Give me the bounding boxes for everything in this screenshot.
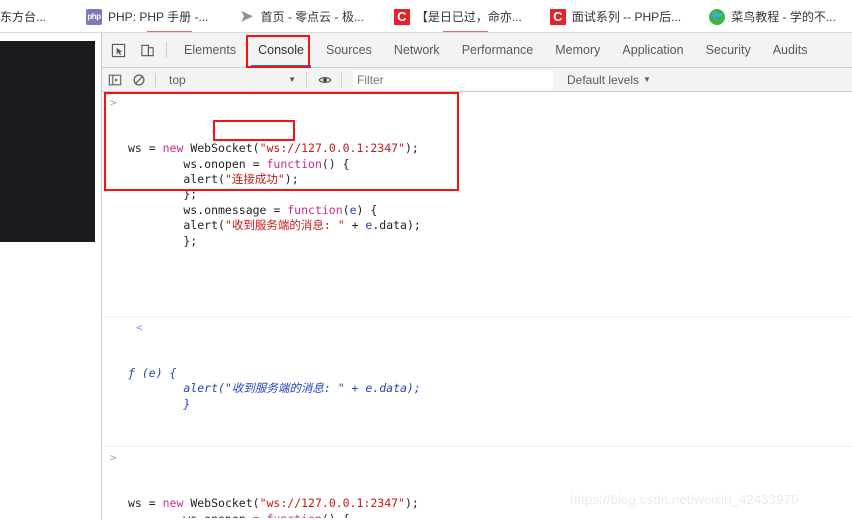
console-message-list[interactable]: > ws = new WebSocket("ws://127.0.0.1:234… [102,92,852,518]
output-gutter-icon: < [136,320,143,334]
browser-tab[interactable]: C 【是日已过，命亦... [388,0,528,33]
filterbar-divider [341,72,342,87]
tab-label: Security [705,43,751,57]
log-levels-select[interactable]: Default levels ▼ [567,73,651,87]
browser-tab[interactable]: 🐦 菜鸟教程 - 学的不... [703,0,842,33]
runoob-icon: 🐦 [709,8,726,25]
console-output-value: ƒ (e) { alert("收到服务端的消息: " + e.data); } [128,365,421,411]
tab-label: Elements [184,43,237,57]
tab-sources[interactable]: Sources [315,33,383,68]
browser-tab-strip: 东方台... php PHP: PHP 手册 -... ➤ 首页 - 零点云 -… [0,0,852,33]
execution-context-value: top [169,72,186,87]
tab-elements[interactable]: Elements [173,33,247,68]
filterbar-divider [306,72,307,87]
toolbar-divider [166,42,167,58]
input-gutter-icon: > [110,450,117,464]
inspect-element-icon[interactable] [105,37,131,63]
tab-label: Sources [325,43,372,57]
csdn-c-icon: C [549,8,566,25]
tab-application[interactable]: Application [611,33,694,68]
browser-tab[interactable]: ➤ 首页 - 零点云 - 极... [232,0,369,33]
tab-memory[interactable]: Memory [544,33,611,68]
console-code: ws = new WebSocket("ws://127.0.0.1:2347"… [128,141,421,248]
browser-tab-label: 东方台... [0,10,47,24]
tab-label: Audits [772,43,808,57]
console-sidebar-icon[interactable] [104,69,126,91]
page-black-region [0,41,95,242]
browser-tab-label: PHP: PHP 手册 -... [108,10,209,24]
devtools-panel: Elements Console Sources Network Perform… [102,33,852,520]
tab-label: Network [393,43,440,57]
browser-tab[interactable]: C 面试系列 -- PHP后... [544,0,687,33]
browser-tab[interactable]: php PHP: PHP 手册 -... [80,0,214,33]
annotation-box-connect-string [213,120,295,141]
tab-audits[interactable]: Audits [762,33,819,68]
tab-label: Performance [461,43,534,57]
filter-input[interactable] [353,69,553,90]
console-output-entry[interactable]: < ƒ (e) { alert("收到服务端的消息: " + e.data); … [102,317,852,447]
console-input-entry[interactable]: > ws = new WebSocket("ws://127.0.0.1:234… [102,92,852,317]
php-icon: php [86,8,103,25]
browser-tab-label: 【是日已过，命亦... [415,10,522,24]
tab-label: Application [622,43,684,57]
paper-plane-icon: ➤ [240,8,253,25]
filterbar-divider [155,72,156,87]
browser-tab-label: 菜鸟教程 - 学的不... [731,10,836,24]
execution-context-select[interactable]: top ▼ [161,69,301,91]
console-input-entry[interactable]: > ws = new WebSocket("ws://127.0.0.1:234… [102,447,852,518]
tab-performance[interactable]: Performance [451,33,545,68]
browser-tab-label: 面试系列 -- PHP后... [571,10,682,24]
browser-tab[interactable]: 东方台... [0,0,52,33]
tab-network[interactable]: Network [383,33,451,68]
devtools-tablist: Elements Console Sources Network Perform… [173,33,818,68]
clear-console-icon[interactable] [128,69,150,91]
tab-security[interactable]: Security [695,33,762,68]
input-gutter-icon: > [110,96,117,109]
browser-tab-label: 首页 - 零点云 - 极... [260,10,364,24]
tab-label: Console [258,43,304,57]
devtools-toolbar: Elements Console Sources Network Perform… [102,33,852,68]
screenshot-root: 东方台... php PHP: PHP 手册 -... ➤ 首页 - 零点云 -… [0,0,852,520]
tab-label: Memory [555,43,601,57]
chevron-down-icon: ▼ [288,75,296,84]
watermark: https://blog.csdn.net/weixin_42433970 [570,492,799,507]
tab-console[interactable]: Console [247,33,315,68]
csdn-c-icon: C [393,8,410,25]
log-levels-label: Default levels [567,72,640,87]
device-toolbar-icon[interactable] [134,37,160,63]
chevron-down-icon: ▼ [643,75,651,84]
console-filter-bar: top ▼ Default levels ▼ [102,68,852,92]
live-expression-eye-icon[interactable] [314,69,336,91]
